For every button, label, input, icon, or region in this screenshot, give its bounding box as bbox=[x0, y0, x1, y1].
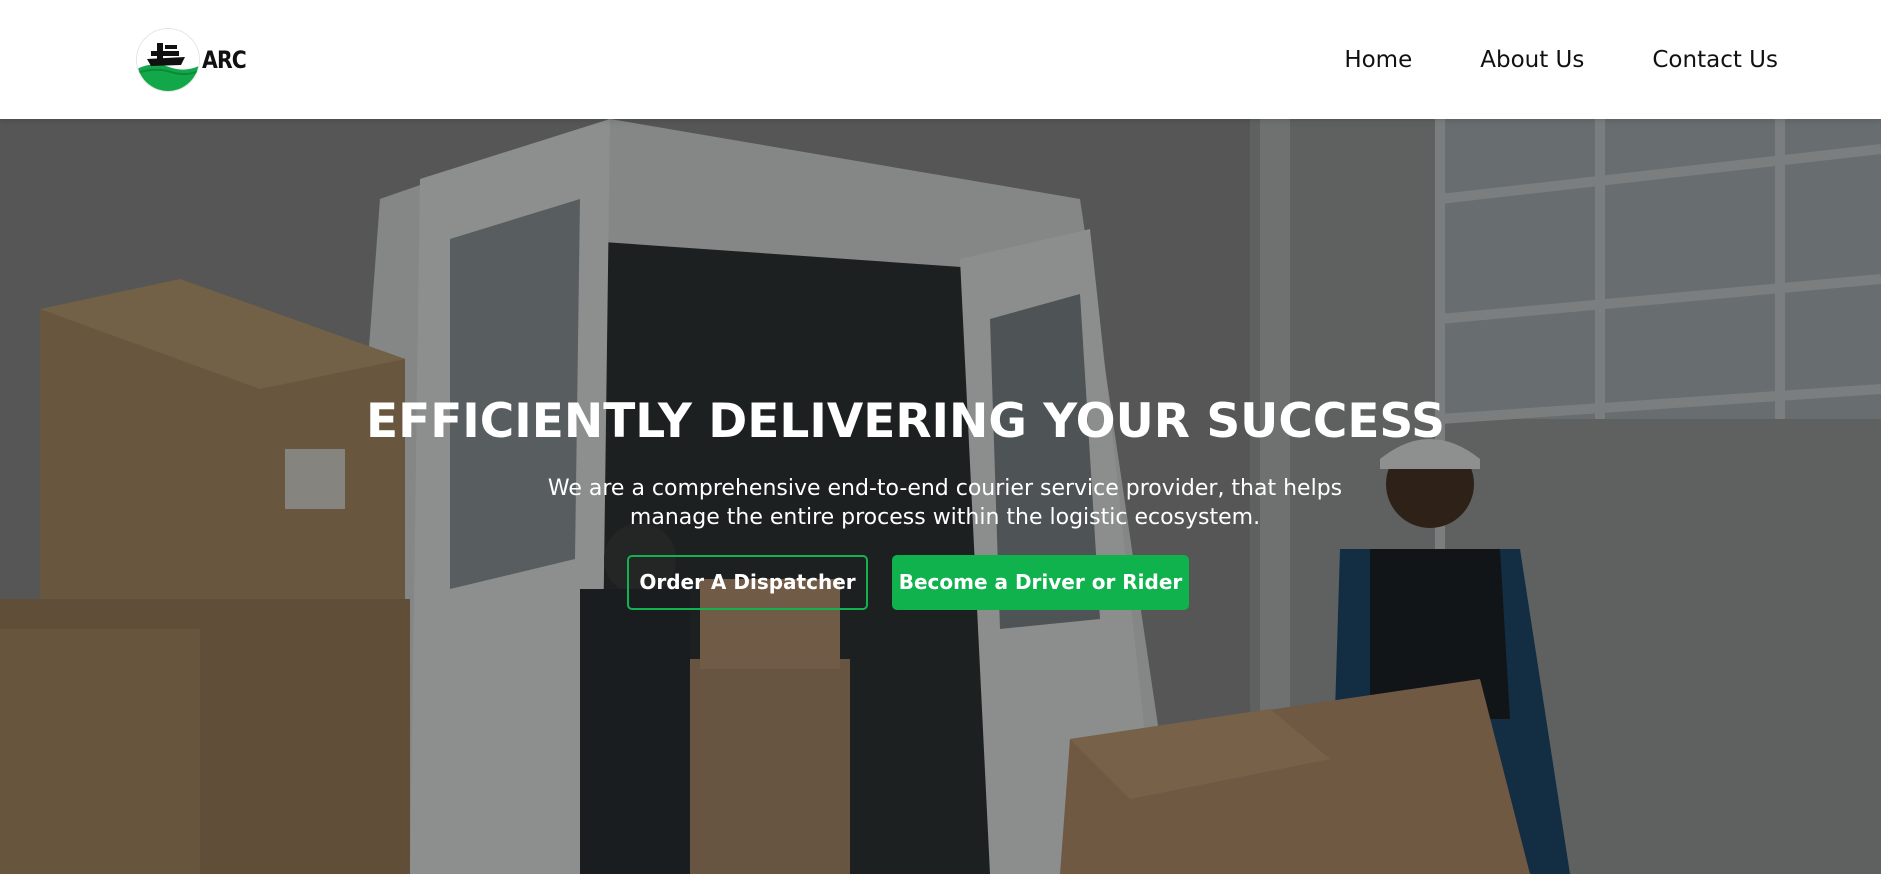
nav-home-link[interactable]: Home bbox=[1344, 47, 1412, 73]
brand-logo[interactable]: ARC bbox=[136, 27, 254, 92]
hero-content: EFFICIENTLY DELIVERING YOUR SUCCESS We a… bbox=[0, 396, 1881, 610]
hero-title: EFFICIENTLY DELIVERING YOUR SUCCESS bbox=[365, 394, 1446, 449]
nav-about-link[interactable]: About Us bbox=[1480, 47, 1584, 73]
ship-logo-icon bbox=[136, 27, 200, 92]
hero-subtitle: We are a comprehensive end-to-end courie… bbox=[547, 475, 1343, 530]
hero-section: EFFICIENTLY DELIVERING YOUR SUCCESS We a… bbox=[0, 119, 1881, 874]
hero-cta-group: Order A Dispatcher Become a Driver or Ri… bbox=[0, 554, 1881, 610]
become-driver-button[interactable]: Become a Driver or Rider bbox=[892, 554, 1189, 610]
nav-contact-link[interactable]: Contact Us bbox=[1652, 47, 1778, 73]
brand-name: ARC bbox=[202, 45, 247, 74]
order-dispatcher-button[interactable]: Order A Dispatcher bbox=[627, 554, 868, 610]
site-header: ARC Home About Us Contact Us bbox=[0, 0, 1881, 119]
main-nav: Home About Us Contact Us bbox=[1344, 47, 1778, 73]
